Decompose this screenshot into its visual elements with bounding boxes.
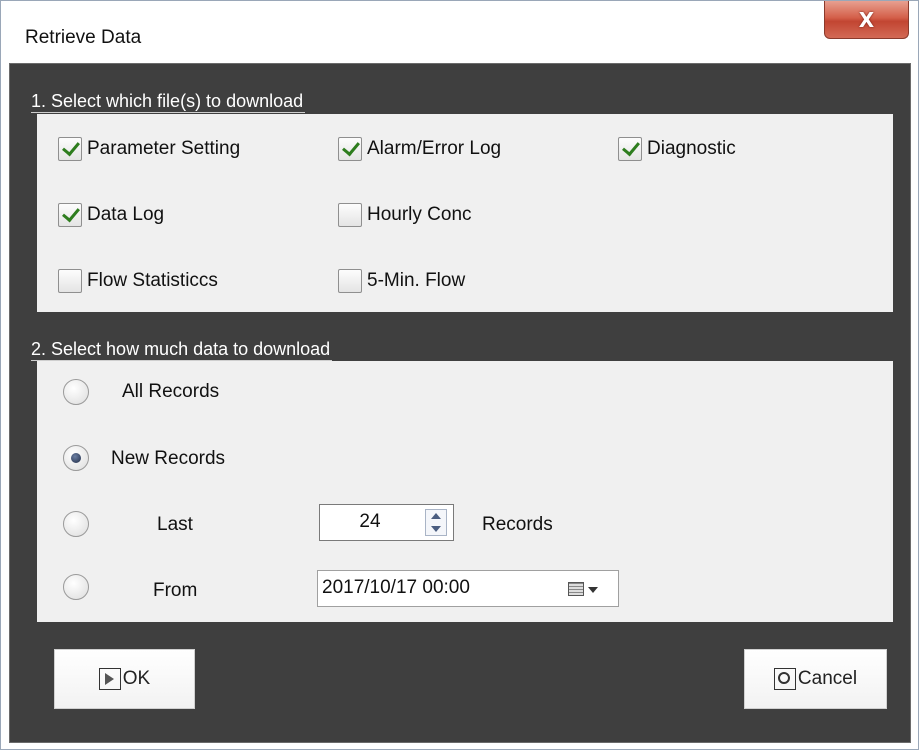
checkbox-flow-statistics[interactable]: Flow Statisticcs [58, 269, 218, 293]
title-bar: Retrieve Data X [1, 1, 918, 63]
close-icon: X [858, 7, 875, 32]
checkbox-label: Hourly Conc [367, 204, 472, 225]
chevron-down-icon[interactable] [588, 587, 598, 593]
checkbox-box[interactable] [338, 137, 362, 161]
checkbox-parameter-setting[interactable]: Parameter Setting [58, 137, 240, 161]
ok-button-label: OK [122, 668, 151, 689]
close-button[interactable]: X [824, 1, 909, 39]
ok-button[interactable]: OK [54, 649, 195, 709]
ok-arrow-icon [98, 668, 121, 690]
radio-new-records[interactable] [63, 445, 89, 471]
from-date-value[interactable]: 2017/10/17 00:00 [322, 577, 470, 599]
last-records-value[interactable]: 24 [320, 511, 420, 533]
calendar-icon[interactable] [568, 582, 584, 596]
label-records: Records [482, 514, 553, 535]
radio-from-date[interactable] [63, 574, 89, 600]
spin-up-icon[interactable] [431, 513, 441, 519]
label-from: From [153, 580, 198, 601]
group1-header: 1. Select which file(s) to download [31, 91, 306, 113]
checkbox-label: Data Log [87, 204, 165, 225]
checkbox-data-log[interactable]: Data Log [58, 203, 164, 227]
label-all-records: All Records [122, 381, 220, 402]
window-title: Retrieve Data [25, 27, 142, 48]
checkbox-diagnostic[interactable]: Diagnostic [618, 137, 736, 161]
from-date-picker[interactable]: 2017/10/17 00:00 [317, 570, 619, 607]
label-last: Last [157, 514, 193, 535]
cancel-circle-icon [773, 668, 796, 690]
cancel-button-label: Cancel [797, 668, 858, 689]
checkbox-box[interactable] [58, 269, 82, 293]
checkbox-box[interactable] [618, 137, 642, 161]
checkbox-box[interactable] [58, 203, 82, 227]
checkbox-box[interactable] [338, 203, 362, 227]
checkbox-box[interactable] [338, 269, 362, 293]
checkbox-label: Diagnostic [647, 138, 736, 159]
group2-header: 2. Select how much data to download [31, 339, 333, 361]
checkbox-box[interactable] [58, 137, 82, 161]
checkbox-label: 5-Min. Flow [367, 270, 466, 291]
radio-last-records[interactable] [63, 511, 89, 537]
radio-all-records[interactable] [63, 379, 89, 405]
checkbox-5-min-flow[interactable]: 5-Min. Flow [338, 269, 465, 293]
checkbox-label: Flow Statisticcs [87, 270, 218, 291]
last-records-stepper[interactable]: 24 [319, 504, 454, 541]
checkbox-label: Alarm/Error Log [367, 138, 502, 159]
cancel-button[interactable]: Cancel [744, 649, 887, 709]
checkbox-alarm-error-log[interactable]: Alarm/Error Log [338, 137, 501, 161]
spin-down-icon[interactable] [431, 526, 441, 532]
retrieve-data-dialog: Retrieve Data X 1. Select which file(s) … [0, 0, 919, 750]
spin-buttons[interactable] [425, 509, 447, 536]
checkbox-label: Parameter Setting [87, 138, 241, 159]
checkbox-hourly-conc[interactable]: Hourly Conc [338, 203, 472, 227]
label-new-records: New Records [111, 448, 226, 469]
